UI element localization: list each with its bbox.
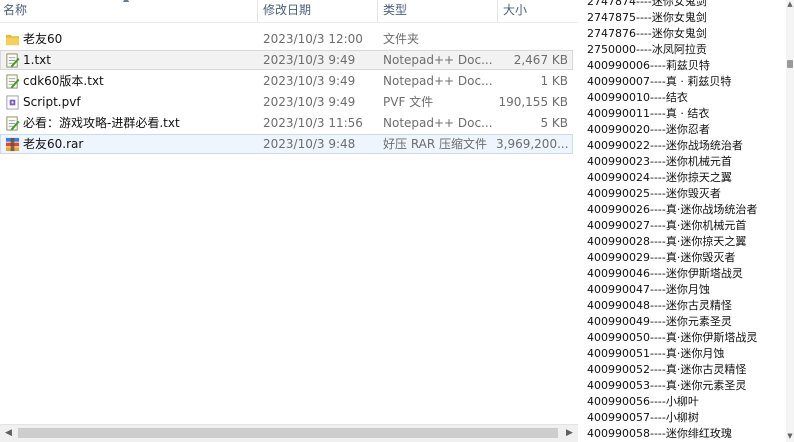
text-line: 400990027----真·迷你机械元首 <box>587 219 747 232</box>
column-header-size[interactable]: 大小 <box>503 2 527 20</box>
text-line: 400990023----迷你机械元首 <box>587 155 732 168</box>
text-line: 400990010----结衣 <box>587 91 688 104</box>
folder-icon <box>5 32 20 47</box>
file-type: Notepad++ Doc... <box>383 116 493 130</box>
scroll-left-icon[interactable]: ◀ <box>0 425 17 442</box>
file-name: 老友60.rar <box>23 137 84 151</box>
text-line: 400990024----迷你掠天之翼 <box>587 171 732 184</box>
scrollbar-thumb[interactable] <box>787 60 793 68</box>
text-line: 2747875----迷你女鬼剑 <box>587 11 707 24</box>
text-line: 400990006----莉兹贝特 <box>587 59 710 72</box>
text-line: 400990011----真 · 结衣 <box>587 107 710 120</box>
scroll-right-icon[interactable]: ▶ <box>561 425 578 442</box>
file-explorer: ▲ 名称 修改日期 类型 大小 老友60 2023/10/3 12:00 文件夹 1.… <box>0 0 578 442</box>
file-size: 2,467 KB <box>513 53 568 67</box>
text-line: 2747874----迷你女鬼剑 <box>587 0 707 8</box>
file-type: 文件夹 <box>383 32 420 46</box>
text-line: 400990057----小柳树 <box>587 411 699 424</box>
file-type: Notepad++ Doc... <box>383 53 493 67</box>
text-line: 400990026----真·迷你战场统治者 <box>587 203 758 216</box>
file-row[interactable]: 老友60.rar 2023/10/3 9:48 好压 RAR 压缩文件 3,969,2… <box>0 134 573 154</box>
file-row[interactable]: cdk60版本.txt 2023/10/3 9:49 Notepad++ Doc..… <box>0 71 573 91</box>
text-line: 400990051----真·迷你月蚀 <box>587 347 725 360</box>
file-row[interactable]: 1.txt 2023/10/3 9:49 Notepad++ Doc... 2,467… <box>0 50 573 70</box>
sort-up-icon: ▲ <box>123 0 129 3</box>
file-row[interactable]: 必看：游戏攻略-进群必看.txt 2023/10/3 11:56 Notepad++… <box>0 113 573 133</box>
column-divider[interactable] <box>257 0 258 22</box>
notepad-file-icon <box>5 116 20 131</box>
horizontal-scrollbar[interactable]: ◀ ▶ <box>0 424 578 442</box>
column-divider[interactable] <box>377 0 378 22</box>
file-name: 老友60 <box>23 32 63 46</box>
file-name: 1.txt <box>23 53 51 67</box>
scroll-down-icon[interactable]: ▼ <box>786 432 794 440</box>
text-line: 400990028----真·迷你掠天之翼 <box>587 235 747 248</box>
column-header-name[interactable]: 名称 <box>3 2 27 20</box>
file-row[interactable]: 老友60 2023/10/3 12:00 文件夹 <box>0 29 573 49</box>
file-name: 必看：游戏攻略-进群必看.txt <box>23 116 180 130</box>
file-size: 1 KB <box>540 74 568 88</box>
file-modified-date: 2023/10/3 9:49 <box>263 74 356 88</box>
text-line: 400990050----真·迷你伊斯塔战灵 <box>587 331 758 344</box>
file-type: PVF 文件 <box>383 95 434 109</box>
text-panel[interactable]: 2747874----迷你女鬼剑 2747875----迷你女鬼剑 2747876-… <box>584 0 778 442</box>
column-header-date[interactable]: 修改日期 <box>263 2 311 20</box>
file-modified-date: 2023/10/3 9:49 <box>263 95 356 109</box>
pvf-file-icon <box>5 95 20 110</box>
file-modified-date: 2023/10/3 9:48 <box>263 137 356 151</box>
text-line: 400990022----迷你战场统治者 <box>587 139 743 152</box>
file-name: cdk60版本.txt <box>23 74 104 88</box>
scroll-up-icon[interactable]: ▲ <box>786 0 794 8</box>
notepad-file-icon <box>5 74 20 89</box>
file-modified-date: 2023/10/3 11:56 <box>263 116 363 130</box>
rar-archive-icon <box>5 137 20 152</box>
text-line: 400990025----迷你毁灭者 <box>587 187 721 200</box>
notepad-file-icon <box>5 53 20 68</box>
text-line: 400990007----真 · 莉兹贝特 <box>587 75 732 88</box>
file-type: Notepad++ Doc... <box>383 74 493 88</box>
scrollbar-thumb[interactable] <box>18 428 558 438</box>
file-type: 好压 RAR 压缩文件 <box>383 137 488 151</box>
text-line: 400990056----小柳叶 <box>587 395 699 408</box>
text-line: 400990048----迷你古灵精怪 <box>587 299 732 312</box>
text-line: 400990058----迷你绯红玫瑰 <box>587 427 732 440</box>
file-size: 3,969,200... <box>496 137 568 151</box>
text-line: 400990046----迷你伊斯塔战灵 <box>587 267 743 280</box>
vertical-scrollbar[interactable]: ▲ ▼ <box>786 0 794 442</box>
text-line: 400990029----真·迷你毁灭者 <box>587 251 736 264</box>
file-name: Script.pvf <box>23 95 81 109</box>
file-size: 190,155 KB <box>498 95 568 109</box>
column-divider[interactable] <box>497 0 498 22</box>
file-modified-date: 2023/10/3 12:00 <box>263 32 363 46</box>
text-line: 400990049----迷你元素圣灵 <box>587 315 732 328</box>
column-header-bar: ▲ 名称 修改日期 类型 大小 <box>0 0 578 23</box>
file-row[interactable]: Script.pvf 2023/10/3 9:49 PVF 文件 190,155 KB <box>0 92 573 112</box>
file-modified-date: 2023/10/3 9:49 <box>263 53 356 67</box>
text-line: 400990053----真·迷你元素圣灵 <box>587 379 747 392</box>
text-line: 400990047----迷你月蚀 <box>587 283 710 296</box>
text-line: 400990020----迷你忍者 <box>587 123 710 136</box>
text-line: 400990052----真·迷你古灵精怪 <box>587 363 747 376</box>
file-size: 5 KB <box>540 116 568 130</box>
text-line: 2747876----迷你女鬼剑 <box>587 27 707 40</box>
text-line: 2750000----冰凤阿拉贡 <box>587 43 707 56</box>
column-header-type[interactable]: 类型 <box>383 2 407 20</box>
